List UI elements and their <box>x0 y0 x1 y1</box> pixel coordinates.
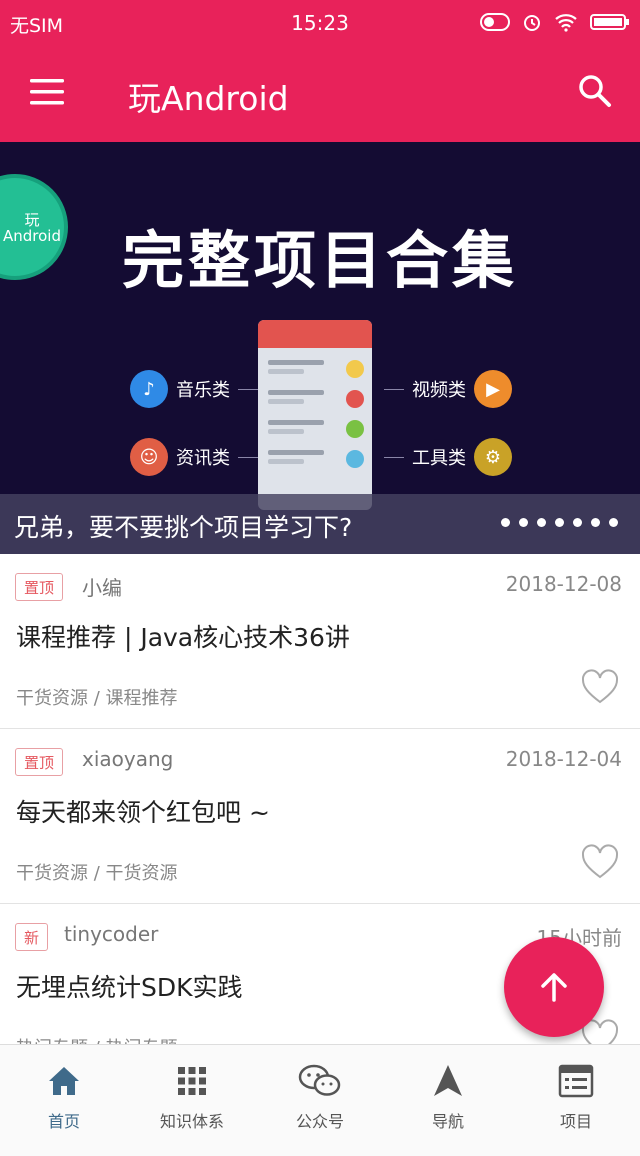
nav-knowledge-label: 知识体系 <box>159 1112 224 1131</box>
status-bar: 无SIM 15:23 <box>0 0 640 44</box>
hamburger-menu-icon <box>30 79 64 105</box>
carousel-dot[interactable] <box>537 518 546 527</box>
nav-home-label: 首页 <box>47 1112 80 1131</box>
category-music: ♪ 音乐类 <box>130 370 258 408</box>
nav-home[interactable]: 首页 <box>0 1045 128 1156</box>
wechat-icon <box>298 1064 341 1096</box>
carousel-dot[interactable] <box>591 518 600 527</box>
nav-project-label: 项目 <box>559 1112 592 1131</box>
app-title: 玩Android <box>128 79 289 118</box>
status-icons <box>480 12 630 32</box>
heart-icon[interactable] <box>580 669 620 705</box>
navigation-icon <box>434 1065 462 1096</box>
search-button[interactable] <box>576 72 614 110</box>
grid-icon <box>178 1067 206 1095</box>
heart-icon[interactable] <box>580 844 620 880</box>
nav-navigation-label: 导航 <box>431 1112 464 1131</box>
nav-knowledge[interactable]: 知识体系 <box>128 1045 256 1156</box>
category-video: 视频类 ▶ <box>384 370 512 408</box>
carousel-dot[interactable] <box>555 518 564 527</box>
wrench-icon: ⚙ <box>474 438 512 476</box>
article-author: xiaoyang <box>82 747 174 771</box>
category-video-label: 视频类 <box>412 380 466 401</box>
search-icon <box>579 75 611 107</box>
menu-button[interactable] <box>28 74 68 110</box>
article-date: 2018-12-04 <box>505 747 622 771</box>
arrow-up-icon <box>541 973 567 1002</box>
connector-line <box>238 456 258 458</box>
banner-title: 完整项目合集 <box>121 224 518 297</box>
category-news-label: 资讯类 <box>176 448 230 469</box>
nav-wechat[interactable]: 公众号 <box>256 1045 384 1156</box>
article-author: 小编 <box>82 576 122 600</box>
article-author: tinycoder <box>64 922 159 946</box>
connector-line <box>384 456 404 458</box>
article-title[interactable]: 无埋点统计SDK实践 <box>16 968 243 1004</box>
banner-caption: 兄弟，要不要挑个项目学习下? <box>14 513 353 542</box>
article-chapter: 干货资源 / 课程推荐 <box>16 688 178 709</box>
new-tag: 新 <box>15 923 49 951</box>
home-icon <box>49 1067 79 1095</box>
carousel-dot[interactable] <box>573 518 582 527</box>
top-tag: 置顶 <box>15 748 64 776</box>
article-date: 2018-12-08 <box>505 572 622 596</box>
connector-line <box>238 388 258 390</box>
battery-icon <box>590 14 629 30</box>
app-bar: 玩Android <box>0 44 640 142</box>
carousel-dot[interactable] <box>501 518 510 527</box>
music-note-icon: ♪ <box>130 370 168 408</box>
category-news: ☺ 资讯类 <box>130 438 258 476</box>
nav-navigation[interactable]: 导航 <box>384 1045 512 1156</box>
nav-project[interactable]: 项目 <box>512 1045 640 1156</box>
article-title[interactable]: 每天都来领个红包吧 ~ <box>16 793 270 829</box>
top-tag: 置顶 <box>15 573 64 601</box>
category-tools: 工具类 ⚙ <box>384 438 512 476</box>
category-music-label: 音乐类 <box>176 380 230 401</box>
nav-wechat-label: 公众号 <box>295 1112 344 1131</box>
connector-line <box>384 388 404 390</box>
bottom-navigation: 首页 知识体系 公众号 导航 项目 <box>0 1044 640 1156</box>
play-icon: ▶ <box>474 370 512 408</box>
person-avatar-icon: ☺ <box>130 438 168 476</box>
carousel-dot[interactable] <box>519 518 528 527</box>
data-saver-icon <box>480 13 510 31</box>
phone-illustration <box>258 320 372 510</box>
project-icon <box>558 1064 594 1098</box>
banner-caption-bar: 兄弟，要不要挑个项目学习下? <box>0 494 640 554</box>
carousel-indicator <box>501 518 618 527</box>
article-item[interactable]: 置顶 xiaoyang 2018-12-04 每天都来领个红包吧 ~ 干货资源 … <box>0 729 640 904</box>
category-tools-label: 工具类 <box>412 448 466 469</box>
article-item[interactable]: 置顶 小编 2018-12-08 课程推荐 | Java核心技术36讲 干货资源… <box>0 554 640 729</box>
article-chapter: 干货资源 / 干货资源 <box>16 863 178 884</box>
alarm-icon <box>524 15 540 31</box>
article-title[interactable]: 课程推荐 | Java核心技术36讲 <box>16 618 350 654</box>
scroll-to-top-button[interactable] <box>504 937 604 1037</box>
banner-carousel[interactable]: 玩Android 完整项目合集 ♪ 音乐类 ☺ 资讯类 视频类 ▶ 工具类 ⚙ … <box>0 142 640 554</box>
wifi-icon <box>555 14 577 32</box>
carousel-dot[interactable] <box>609 518 618 527</box>
